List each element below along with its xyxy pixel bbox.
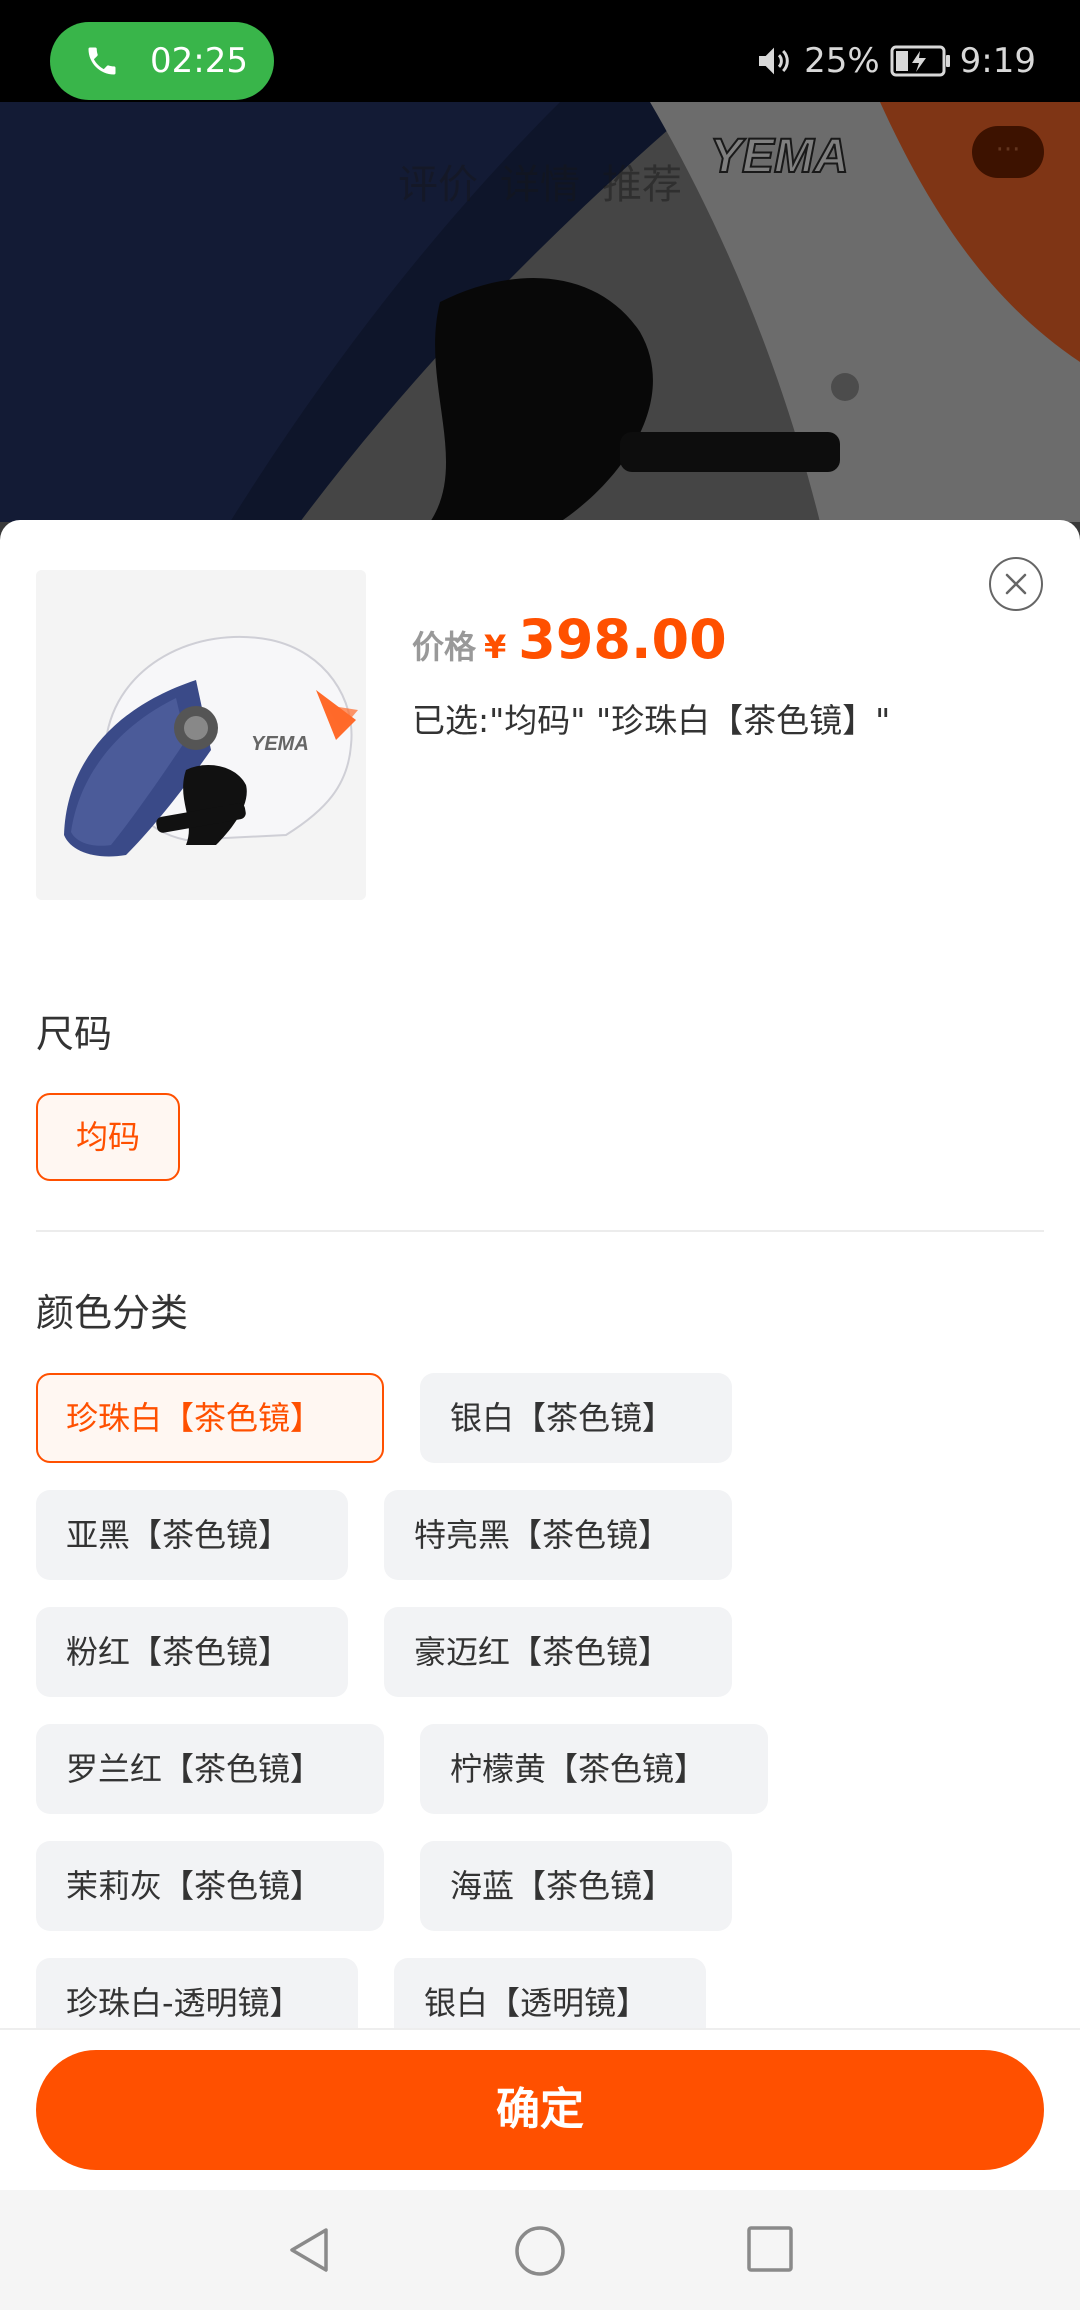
sku-selection-sheet: YEMA 价格 ¥ 398.00 已选:"均码" "珍珠白【茶色镜】" 尺码 均… [0,520,1080,2190]
divider [36,1230,1044,1232]
price-label: 价格 [412,628,477,666]
size-section-title: 尺码 [36,1012,113,1056]
status-icons: 25% 9:19 [754,22,1036,100]
color-option[interactable]: 茉莉灰【茶色镜】 [36,1841,384,1931]
price-currency: ¥ [484,628,507,666]
clock: 9:19 [959,41,1036,81]
color-option[interactable]: 豪迈红【茶色镜】 [384,1607,732,1697]
speaker-icon [759,47,789,75]
confirm-button[interactable]: 确定 [36,2050,1044,2170]
color-option[interactable]: 罗兰红【茶色镜】 [36,1724,384,1814]
price-row: 价格 ¥ 398.00 [412,608,727,671]
color-option[interactable]: 亚黑【茶色镜】 [36,1490,348,1580]
close-button[interactable] [989,557,1043,611]
selected-summary: 已选:"均码" "珍珠白【茶色镜】" [412,701,891,740]
color-option-selected[interactable]: 珍珠白【茶色镜】 [36,1373,384,1463]
color-option[interactable]: 柠檬黄【茶色镜】 [420,1724,768,1814]
helmet-image: YEMA [36,570,366,900]
back-icon[interactable] [284,2224,336,2276]
battery-charging-icon [890,45,950,77]
call-duration: 02:25 [150,41,248,81]
system-navigation-bar [0,2190,1080,2310]
confirm-bar: 确定 [0,2028,1080,2190]
helmet-brand-text: YEMA [251,733,309,755]
color-option[interactable]: 特亮黑【茶色镜】 [384,1490,732,1580]
color-section-title: 颜色分类 [36,1291,189,1335]
size-option[interactable]: 均码 [36,1093,180,1181]
recent-apps-icon[interactable] [745,2224,795,2274]
phone-icon [88,47,116,75]
battery-percent: 25% [804,41,880,81]
product-thumbnail[interactable]: YEMA [36,570,366,900]
close-icon [1005,573,1027,595]
color-option[interactable]: 银白【茶色镜】 [420,1373,732,1463]
dim-overlay[interactable] [0,102,1080,522]
color-option[interactable]: 粉红【茶色镜】 [36,1607,348,1697]
ongoing-call-pill[interactable]: 02:25 [50,22,274,100]
price-value: 398.00 [518,608,727,671]
status-bar: 02:25 25% 9:19 [0,0,1080,102]
color-option[interactable]: 海蓝【茶色镜】 [420,1841,732,1931]
home-icon[interactable] [513,2224,567,2278]
